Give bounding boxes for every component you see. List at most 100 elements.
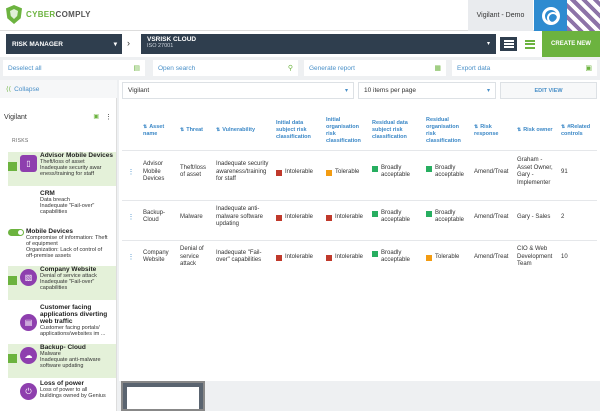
cell-vulnerability: Inadequate anti-malware software updatin… [213, 199, 273, 234]
header-related-controls[interactable]: ⇅ #Related controls [558, 112, 597, 150]
risk-checkbox[interactable] [8, 390, 17, 399]
sort-icon: ⇅ [561, 123, 566, 130]
export-data-label: Export data [457, 64, 491, 72]
preview-content [127, 387, 199, 409]
cell-residual-ds: Broadly acceptable [369, 149, 423, 194]
risk-checkbox[interactable] [8, 276, 17, 285]
risk-checkbox[interactable] [8, 354, 17, 363]
risk-level-label: Broadly acceptable [381, 249, 411, 264]
asset-filter-select[interactable]: Vigilant ▾ [122, 82, 354, 99]
module-selector[interactable]: RISK MANAGER ▾ [6, 34, 122, 54]
items-per-page-value: 10 items per page [364, 87, 417, 94]
row-menu-icon[interactable]: ⋮ [122, 149, 140, 194]
table-row[interactable]: ⋮ Backup- Cloud Malware Inadequate anti-… [122, 199, 597, 234]
table-row[interactable]: ⋮ Advisor Mobile Devices Theft/loss of a… [122, 149, 597, 194]
power-icon: ⏻ [20, 383, 37, 400]
system-subtitle: ISO 27001 [147, 43, 174, 49]
risk-checkbox[interactable] [8, 314, 17, 323]
table-view-button[interactable] [521, 37, 538, 51]
list-icon-line [503, 40, 514, 42]
risk-line: capabilities [40, 209, 68, 215]
header-initial-org[interactable]: Initial organisation risk classification [323, 112, 369, 150]
risk-level-label: Intolerable [285, 213, 314, 220]
list-view-button[interactable] [500, 37, 517, 51]
create-new-button[interactable]: CREATE NEW [542, 31, 600, 57]
risk-level-label: Tolerable [435, 253, 460, 260]
cc-logo-icon [541, 6, 560, 25]
risk-text: Backup- Cloud Malware Inadequate anti-ma… [40, 344, 101, 378]
risk-title: Mobile Devices [26, 228, 73, 235]
risk-checkbox[interactable] [8, 200, 17, 209]
system-title: VSRISK CLOUD [147, 36, 197, 43]
header-residual-org[interactable]: Residual organisation risk classificatio… [423, 112, 471, 150]
open-search-button[interactable]: Open search ⚲ [153, 60, 298, 76]
export-data-button[interactable]: Export data ▣ [452, 60, 597, 76]
cell-risk-owner: Graham - Asset Owner, Gary - Implementer [514, 149, 558, 194]
edit-view-button[interactable]: EDIT VIEW [500, 82, 597, 99]
screen-preview-thumbnail [121, 381, 205, 411]
sidebar-risk-company-website[interactable]: ▧ Company Website Denial of service atta… [8, 266, 116, 300]
user-account-menu[interactable]: Vigilant - Demo [468, 0, 533, 31]
header-label: Initial organisation risk classification [326, 116, 361, 144]
table-row[interactable]: ⋮ Company Website Denial of service atta… [122, 239, 597, 274]
risk-line: buildings owned by Genius [40, 393, 106, 399]
select-all-icon[interactable]: ▣ [93, 113, 99, 121]
generate-report-button[interactable]: Generate report ▦ [304, 60, 446, 76]
deselect-all-label: Deselect all [8, 64, 42, 72]
header-initial-ds[interactable]: Initial data subject risk classification [273, 112, 323, 150]
sidebar-risk-crm[interactable]: CRM Data breach Inadequate "Fail-over" c… [8, 190, 116, 224]
header-risk-response[interactable]: ⇅ Risk response [471, 112, 514, 150]
risk-level-swatch [276, 214, 282, 221]
cell-risk-owner: Gary - Sales [514, 199, 558, 234]
cell-initial-org: Intolerable [323, 239, 369, 274]
items-per-page-select[interactable]: 10 items per page ▾ [358, 82, 496, 99]
header-residual-ds[interactable]: Residual data subject risk classificatio… [369, 112, 423, 150]
cell-residual-ds: Broadly acceptable [369, 239, 423, 274]
table-icon-line [524, 43, 535, 45]
cell-related-controls: 2 [558, 199, 597, 234]
header-label: Risk owner [523, 127, 553, 134]
header-vulnerability[interactable]: ⇅ Vulnerability [213, 112, 273, 150]
cell-related-controls: 10 [558, 239, 597, 274]
row-menu-icon[interactable]: ⋮ [122, 199, 140, 234]
sidebar-risk-backup-cloud[interactable]: ☁ Backup- Cloud Malware Inadequate anti-… [8, 344, 116, 378]
avatar[interactable] [567, 0, 600, 31]
header-asset-name[interactable]: ⇅ Asset name [140, 112, 177, 150]
deselect-icon: ▤ [133, 65, 140, 72]
cell-related-controls: 91 [558, 149, 597, 194]
risk-sidebar: ⟨⟨ Collapse Vigilant ▣ ⋮ RISKS ▯ Advisor… [0, 80, 117, 411]
cybercomply-logo[interactable]: CYBERCOMPLY [6, 5, 91, 24]
apps-switcher-button[interactable] [534, 0, 567, 31]
sidebar-risk-customer-facing-apps[interactable]: ▤ Customer facing applications diverting… [8, 304, 116, 342]
cell-asset: Company Website [140, 239, 177, 274]
risks-label: RISKS [12, 138, 29, 144]
risk-text: Customer facing applications diverting w… [40, 304, 116, 342]
user-name: Vigilant - Demo [476, 12, 525, 19]
risk-level-label: Broadly acceptable [435, 164, 465, 179]
more-options-icon[interactable]: ⋮ [105, 113, 112, 121]
system-selector[interactable]: VSRISK CLOUD ISO 27001 ▾ [141, 34, 496, 54]
risk-level-swatch [326, 254, 332, 261]
toggle-icon[interactable] [8, 229, 24, 236]
risk-table: ⇅ Asset name ⇅ Threat ⇅ Vulnerability Initi… [122, 112, 597, 274]
sort-icon: ⇅ [143, 123, 148, 130]
logo-text-cyber: CYBER [26, 10, 56, 19]
sidebar-risk-mobile-devices[interactable]: Mobile Devices Compromise of information… [8, 228, 116, 262]
sidebar-risk-advisor-mobile-devices[interactable]: ▯ Advisor Mobile Devices Theft/loss of a… [8, 152, 116, 186]
cell-asset: Backup- Cloud [140, 199, 177, 234]
chevron-right-icon: › [127, 38, 130, 48]
sort-icon: ⇅ [180, 127, 185, 134]
sidebar-risk-loss-of-power[interactable]: ⏻ Loss of power Loss of power to all bui… [8, 380, 116, 410]
collapse-button[interactable]: ⟨⟨ Collapse [0, 80, 117, 98]
deselect-all-button[interactable]: Deselect all ▤ [3, 60, 145, 76]
risk-line: software updating [40, 363, 84, 369]
cell-residual-org: Broadly acceptable [423, 199, 471, 234]
row-menu-icon[interactable]: ⋮ [122, 239, 140, 274]
risk-text: CRM Data breach Inadequate "Fail-over" c… [40, 190, 94, 224]
report-icon: ▦ [434, 65, 441, 72]
risk-level-swatch [276, 254, 282, 261]
header-threat[interactable]: ⇅ Threat [177, 112, 213, 150]
risk-checkbox[interactable] [8, 162, 17, 171]
header-risk-owner[interactable]: ⇅ Risk owner [514, 112, 558, 150]
risk-level-label: Broadly acceptable [381, 209, 411, 224]
